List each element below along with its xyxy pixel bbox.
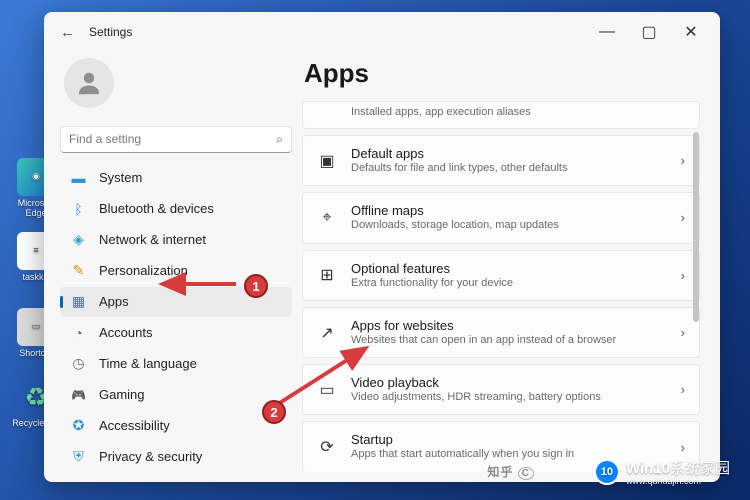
annotation-badge-2: 2 — [262, 400, 286, 424]
sidebar-item-label: Personalization — [99, 263, 188, 278]
annotation-badge-1: 1 — [244, 274, 268, 298]
main-panel: Apps Installed apps, app execution alias… — [302, 52, 704, 472]
gaming-icon: 🎮 — [70, 386, 87, 403]
card-default-apps[interactable]: ▣ Default apps Defaults for file and lin… — [302, 135, 700, 186]
card-sub: Websites that can open in an app instead… — [351, 333, 667, 347]
card-sub: Defaults for file and link types, other … — [351, 161, 667, 175]
card-title: Startup — [351, 432, 667, 447]
card-title: Optional features — [351, 261, 667, 276]
card-optional-features[interactable]: ⊞ Optional features Extra functionality … — [302, 250, 700, 301]
accessibility-icon: ✪ — [70, 417, 87, 434]
sidebar-item-bluetooth[interactable]: ᛒ Bluetooth & devices — [60, 194, 292, 224]
card-sub: Installed apps, app execution aliases — [351, 105, 685, 119]
chevron-right-icon: › — [681, 440, 685, 455]
avatar — [64, 58, 114, 108]
watermark-win10: 10 Win10系统家园 www.qdhuajin.com — [594, 457, 730, 486]
sidebar-item-network[interactable]: ◈ Network & internet — [60, 225, 292, 255]
person-icon — [74, 68, 104, 98]
chevron-right-icon: › — [681, 268, 685, 283]
system-icon: ▬ — [70, 169, 87, 186]
scrollbar[interactable] — [693, 112, 701, 458]
sidebar-item-privacy[interactable]: ⛨ Privacy & security — [60, 442, 292, 472]
maximize-button[interactable]: ▢ — [628, 17, 670, 47]
titlebar: ← Settings — ▢ ✕ — [44, 12, 720, 52]
apps-icon: ▦ — [70, 293, 87, 310]
installed-apps-icon — [317, 102, 337, 122]
sidebar-item-label: Privacy & security — [99, 449, 202, 464]
network-icon: ◈ — [70, 231, 87, 248]
websites-icon: ↗ — [317, 323, 337, 343]
close-button[interactable]: ✕ — [670, 17, 712, 47]
chevron-right-icon: › — [681, 325, 685, 340]
card-sub: Extra functionality for your device — [351, 276, 667, 290]
default-apps-icon: ▣ — [317, 151, 337, 171]
card-sub: Downloads, storage location, map updates — [351, 218, 667, 232]
sidebar-item-label: Accounts — [99, 325, 152, 340]
watermark-zhihu: 知乎 C — [487, 463, 534, 480]
page-title: Apps — [302, 52, 700, 101]
personalization-icon: ✎ — [70, 262, 87, 279]
nav-list: ▬ System ᛒ Bluetooth & devices ◈ Network… — [60, 163, 292, 472]
search-input[interactable]: Find a setting ⌕ — [60, 126, 292, 153]
card-apps-for-websites[interactable]: ↗ Apps for websites Websites that can op… — [302, 307, 700, 358]
profile-block[interactable] — [60, 52, 292, 126]
video-icon: ▭ — [317, 380, 337, 400]
minimize-button[interactable]: — — [586, 17, 628, 47]
settings-window: ← Settings — ▢ ✕ Find a setting ⌕ ▬ Syst… — [44, 12, 720, 482]
sidebar-item-time-language[interactable]: ◷ Time & language — [60, 349, 292, 379]
sidebar: Find a setting ⌕ ▬ System ᛒ Bluetooth & … — [60, 52, 292, 472]
shield-icon: ⛨ — [70, 448, 87, 465]
card-sub: Video adjustments, HDR streaming, batter… — [351, 390, 667, 404]
back-button[interactable]: ← — [60, 24, 75, 41]
sidebar-item-label: Accessibility — [99, 418, 170, 433]
bluetooth-icon: ᛒ — [70, 200, 87, 217]
cards-list: Installed apps, app execution aliases ▣ … — [302, 101, 700, 472]
sidebar-item-label: Apps — [99, 294, 129, 309]
chevron-right-icon: › — [681, 153, 685, 168]
chevron-right-icon: › — [681, 382, 685, 397]
chevron-right-icon: › — [681, 210, 685, 225]
sidebar-item-accounts[interactable]: ◔ Accounts — [60, 318, 292, 348]
accounts-icon: ◔ — [70, 324, 87, 341]
card-installed-apps[interactable]: Installed apps, app execution aliases — [302, 101, 700, 129]
card-title: Video playback — [351, 375, 667, 390]
map-icon: ⌖ — [317, 208, 337, 228]
search-placeholder: Find a setting — [69, 132, 276, 146]
card-offline-maps[interactable]: ⌖ Offline maps Downloads, storage locati… — [302, 192, 700, 243]
sidebar-item-label: Network & internet — [99, 232, 206, 247]
scrollbar-thumb[interactable] — [693, 132, 699, 322]
card-title: Apps for websites — [351, 318, 667, 333]
sidebar-item-label: Time & language — [99, 356, 197, 371]
sidebar-item-label: Gaming — [99, 387, 145, 402]
sidebar-item-system[interactable]: ▬ System — [60, 163, 292, 193]
sidebar-item-gaming[interactable]: 🎮 Gaming — [60, 380, 292, 410]
search-icon: ⌕ — [276, 132, 283, 147]
win10-logo-icon: 10 — [594, 459, 620, 485]
card-title: Offline maps — [351, 203, 667, 218]
window-title: Settings — [89, 25, 132, 39]
sidebar-item-accessibility[interactable]: ✪ Accessibility — [60, 411, 292, 441]
features-icon: ⊞ — [317, 265, 337, 285]
clock-icon: ◷ — [70, 355, 87, 372]
sidebar-item-label: Bluetooth & devices — [99, 201, 214, 216]
startup-icon: ⟳ — [317, 437, 337, 457]
card-video-playback[interactable]: ▭ Video playback Video adjustments, HDR … — [302, 364, 700, 415]
sidebar-item-label: System — [99, 170, 142, 185]
card-title: Default apps — [351, 146, 667, 161]
